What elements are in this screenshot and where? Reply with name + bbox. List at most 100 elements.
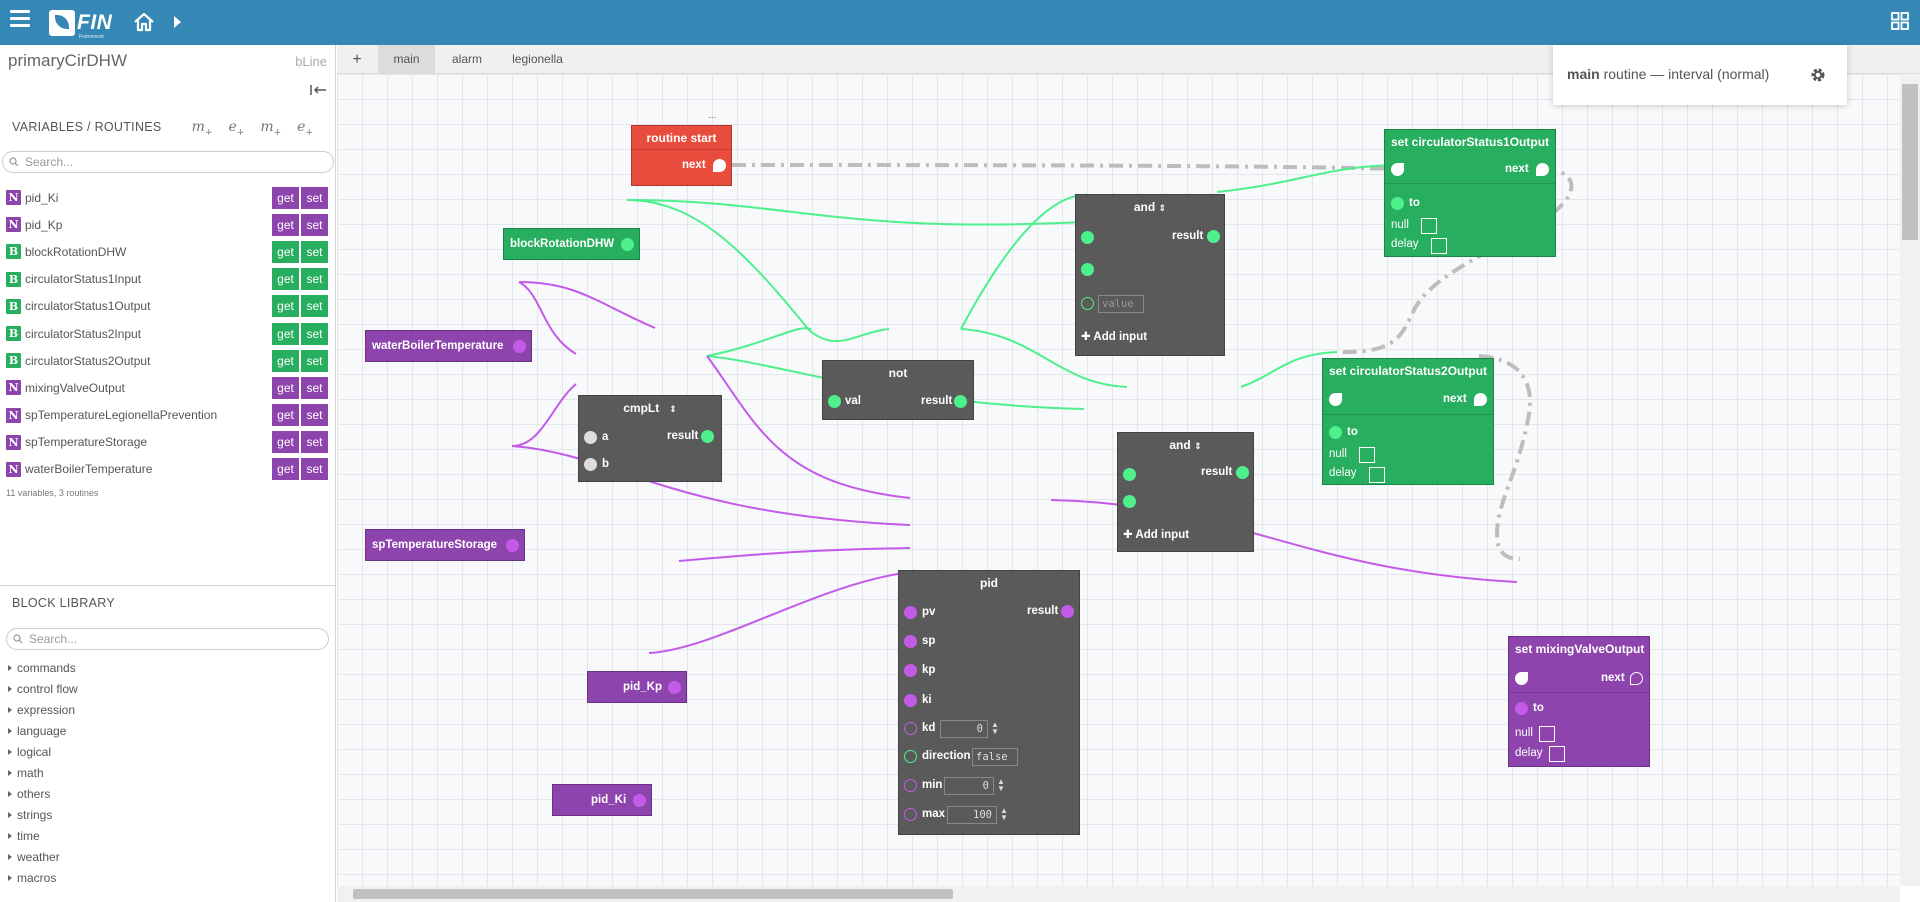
collapse-sidebar-icon[interactable] xyxy=(309,83,327,97)
direction-input[interactable]: false xyxy=(972,748,1018,766)
min-spinner[interactable]: ▲ ▼ xyxy=(997,778,1005,793)
kd-spinner[interactable]: ▲ ▼ xyxy=(991,721,999,736)
library-search-input[interactable]: Search... xyxy=(6,628,329,650)
add-macro-routine-button[interactable]: m+ xyxy=(260,119,281,138)
and-block-1[interactable]: and ⇕ result value ✚ Add input xyxy=(1075,194,1225,356)
set-button[interactable]: set xyxy=(301,295,328,318)
get-sptemperaturestorage-block[interactable]: spTemperatureStorage xyxy=(365,529,525,561)
variable-row[interactable]: BcirculatorStatus1Input get set xyxy=(6,266,328,293)
kd-port[interactable] xyxy=(904,722,917,735)
set-button[interactable]: set xyxy=(301,213,328,236)
set-button[interactable]: set xyxy=(301,404,328,427)
get-button[interactable]: get xyxy=(272,268,299,291)
horizontal-scroll-thumb[interactable] xyxy=(353,889,953,899)
get-button[interactable]: get xyxy=(272,240,299,263)
result-port[interactable] xyxy=(1236,466,1249,479)
to-port[interactable] xyxy=(1329,426,1342,439)
horizontal-scrollbar[interactable] xyxy=(337,886,1900,902)
result-port[interactable] xyxy=(701,430,714,443)
library-category-math[interactable]: math xyxy=(8,762,78,783)
library-category-control-flow[interactable]: control flow xyxy=(8,678,78,699)
direction-port[interactable] xyxy=(904,750,917,763)
input-port-1[interactable] xyxy=(1081,231,1094,244)
home-icon[interactable] xyxy=(132,10,156,34)
pid-block[interactable]: pid result pv sp kp ki kd 0 ▲ ▼ direction… xyxy=(898,570,1080,835)
val-port[interactable] xyxy=(828,395,841,408)
delay-input[interactable] xyxy=(1369,467,1385,483)
null-checkbox[interactable] xyxy=(1359,447,1375,463)
set-button[interactable]: set xyxy=(301,268,328,291)
variables-search-input[interactable]: Search... xyxy=(2,151,334,173)
ki-port[interactable] xyxy=(904,694,917,707)
workspace-canvas[interactable]: routine start next ... set circulatorSta… xyxy=(337,74,1904,886)
value-input[interactable]: value xyxy=(1098,295,1144,313)
library-category-strings[interactable]: strings xyxy=(8,804,78,825)
max-spinner[interactable]: ▲ ▼ xyxy=(1000,807,1008,822)
cmplt-block[interactable]: cmpLt ⇕ a b result xyxy=(578,395,722,482)
null-checkbox[interactable] xyxy=(1539,726,1555,742)
library-category-commands[interactable]: commands xyxy=(8,657,78,678)
variable-row[interactable]: Npid_Ki get set xyxy=(6,184,328,211)
variable-row[interactable]: BcirculatorStatus2Output get set xyxy=(6,347,328,374)
output-port[interactable] xyxy=(633,794,646,807)
get-pid-kp-block[interactable]: pid_Kp xyxy=(587,671,687,703)
get-button[interactable]: get xyxy=(272,186,299,209)
kp-port[interactable] xyxy=(904,664,917,677)
library-category-language[interactable]: language xyxy=(8,720,78,741)
to-port[interactable] xyxy=(1515,702,1528,715)
and-block-2[interactable]: and ⇕ result ✚ Add input xyxy=(1117,432,1254,552)
result-port[interactable] xyxy=(1207,230,1220,243)
get-waterboilertemperature-block[interactable]: waterBoilerTemperature xyxy=(365,330,532,362)
get-button[interactable]: get xyxy=(272,213,299,236)
vertical-scrollbar[interactable] xyxy=(1900,74,1920,886)
set-button[interactable]: set xyxy=(301,431,328,454)
hamburger-menu-icon[interactable] xyxy=(10,10,30,32)
routine-start-block[interactable]: routine start next xyxy=(631,125,732,186)
tab-main[interactable]: main xyxy=(378,45,435,74)
next-port[interactable] xyxy=(713,159,726,172)
fin-logo[interactable]: FIN Framework xyxy=(49,10,112,40)
prev-port[interactable] xyxy=(1515,672,1528,685)
variable-row[interactable]: NspTemperatureLegionellaPrevention get set xyxy=(6,402,328,429)
next-port[interactable] xyxy=(1630,672,1643,685)
max-port[interactable] xyxy=(904,808,917,821)
apps-grid-icon[interactable] xyxy=(1891,12,1909,30)
set-button[interactable]: set xyxy=(301,376,328,399)
delay-input[interactable] xyxy=(1549,746,1565,762)
get-pid-ki-block[interactable]: pid_Ki xyxy=(552,784,652,816)
variable-row[interactable]: BcirculatorStatus1Output get set xyxy=(6,293,328,320)
input-port-2[interactable] xyxy=(1123,495,1136,508)
tab-legionella[interactable]: legionella xyxy=(500,45,575,74)
max-input[interactable]: 100 xyxy=(947,806,997,824)
sp-port[interactable] xyxy=(904,635,917,648)
set-button[interactable]: set xyxy=(301,458,328,481)
not-block[interactable]: not val result xyxy=(822,360,974,420)
to-port[interactable] xyxy=(1391,197,1404,210)
library-category-expression[interactable]: expression xyxy=(8,699,78,720)
add-macro-button[interactable]: m+ xyxy=(192,119,213,138)
library-category-others[interactable]: others xyxy=(8,783,78,804)
prev-port[interactable] xyxy=(1391,163,1404,176)
next-port[interactable] xyxy=(1536,163,1549,176)
set-circulator-status1-block[interactable]: set circulatorStatus1Output next to null… xyxy=(1384,129,1556,257)
add-input-button[interactable]: ✚ Add input xyxy=(1123,527,1189,541)
gear-icon[interactable] xyxy=(1809,66,1827,84)
variable-row[interactable]: Npid_Kp get set xyxy=(6,211,328,238)
tab-alarm[interactable]: alarm xyxy=(437,45,497,74)
kd-input[interactable]: 0 xyxy=(940,720,988,738)
set-button[interactable]: set xyxy=(301,322,328,345)
input-port-3[interactable] xyxy=(1081,297,1094,310)
output-port[interactable] xyxy=(506,539,519,552)
add-expression-routine-button[interactable]: e+ xyxy=(297,119,313,138)
input-port-2[interactable] xyxy=(1081,263,1094,276)
add-tab-button[interactable]: + xyxy=(337,45,377,74)
variable-row[interactable]: BcirculatorStatus2Input get set xyxy=(6,320,328,347)
result-port[interactable] xyxy=(1061,605,1074,618)
pv-port[interactable] xyxy=(904,606,917,619)
variable-row[interactable]: NspTemperatureStorage get set xyxy=(6,429,328,456)
a-port[interactable] xyxy=(584,431,597,444)
set-button[interactable]: set xyxy=(301,349,328,372)
get-button[interactable]: get xyxy=(272,404,299,427)
get-button[interactable]: get xyxy=(272,349,299,372)
vertical-scroll-thumb[interactable] xyxy=(1902,84,1918,240)
